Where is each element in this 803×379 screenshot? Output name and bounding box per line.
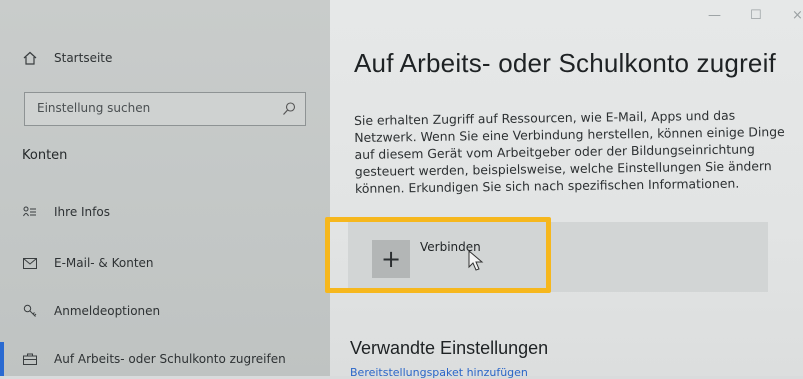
- briefcase-icon: [22, 351, 38, 367]
- maximize-button[interactable]: ☐: [750, 8, 762, 23]
- person-list-icon: [22, 204, 38, 220]
- sidebar-home-label: Startseite: [54, 51, 113, 65]
- sidebar-item-home[interactable]: Startseite: [22, 50, 112, 66]
- sidebar-item-label: Auf Arbeits- oder Schulkonto zugreifen: [54, 352, 286, 366]
- minimize-button[interactable]: —: [708, 8, 721, 23]
- page-title: Auf Arbeits- oder Schulkonto zugreif: [354, 48, 776, 78]
- sidebar-item-label: Anmeldeoptionen: [54, 304, 161, 318]
- key-icon: [22, 303, 38, 319]
- search-placeholder: Einstellung suchen: [37, 101, 151, 115]
- highlight-frame: [325, 217, 551, 293]
- close-button[interactable]: ×: [792, 8, 803, 23]
- section-title: Konten: [22, 148, 68, 163]
- home-icon: [22, 50, 38, 66]
- sidebar-item-label: Ihre Infos: [54, 205, 110, 219]
- page-description: Sie erhalten Zugriff auf Ressourcen, wie…: [354, 107, 785, 196]
- related-settings-title: Verwandte Einstellungen: [350, 338, 549, 358]
- sidebar: Startseite Einstellung suchen Konten Ihr…: [0, 0, 330, 376]
- sidebar-item-label: E-Mail- & Konten: [54, 256, 154, 270]
- mail-icon: [22, 255, 38, 271]
- sidebar-item-ihre-infos[interactable]: Ihre Infos: [22, 204, 110, 220]
- sidebar-item-arbeits-schulkonto[interactable]: Auf Arbeits- oder Schulkonto zugreifen: [22, 351, 286, 367]
- search-input[interactable]: Einstellung suchen: [24, 92, 306, 126]
- search-icon[interactable]: [281, 101, 297, 117]
- main-panel: — ☐ × Auf Arbeits- oder Schulkonto zugre…: [330, 0, 803, 379]
- active-indicator: [0, 342, 4, 376]
- sidebar-item-anmeldeoptionen[interactable]: Anmeldeoptionen: [22, 303, 160, 319]
- related-settings-link[interactable]: Bereitstellungspaket hinzufügen: [350, 366, 528, 379]
- sidebar-item-email-konten[interactable]: E-Mail- & Konten: [22, 255, 154, 271]
